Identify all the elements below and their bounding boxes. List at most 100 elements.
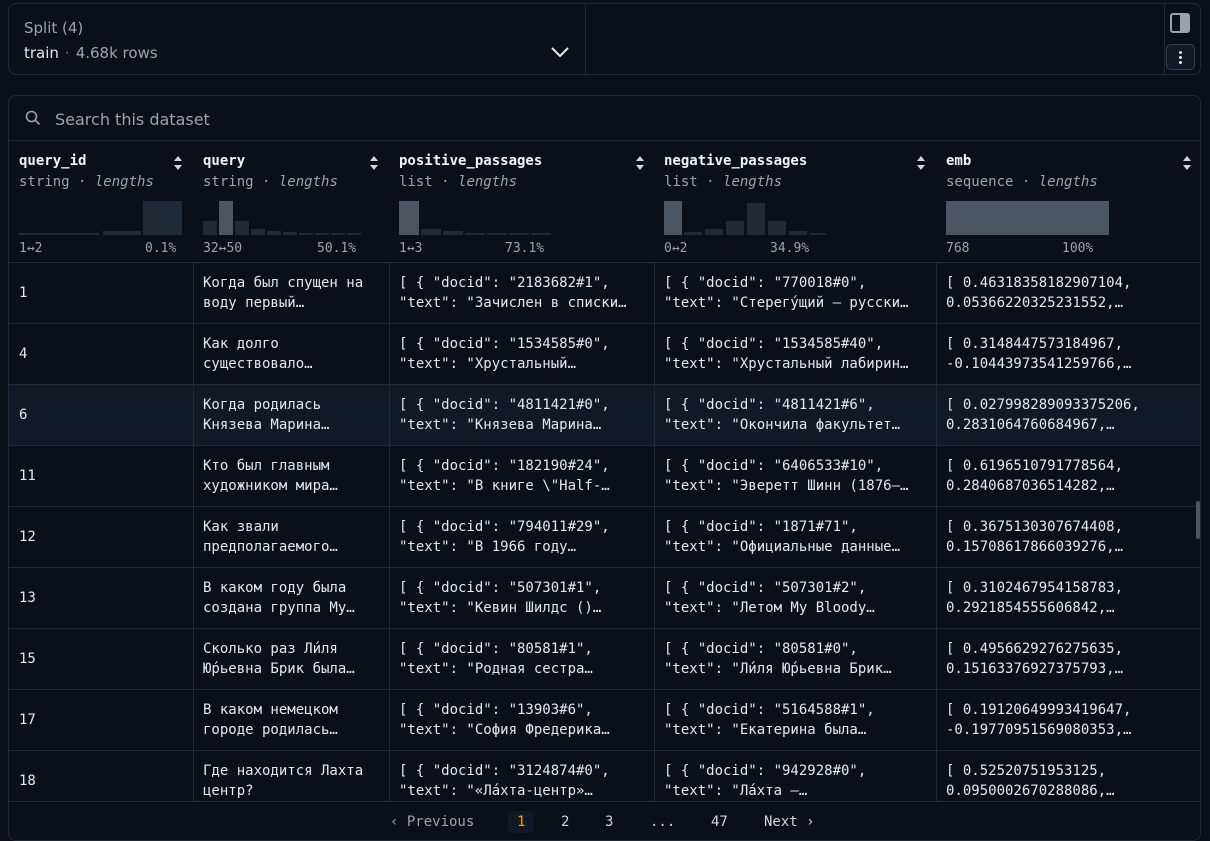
split-row-count: 4.68k rows: [75, 44, 158, 62]
cell-query-id: 12: [19, 527, 189, 547]
sidebar-toggle-icon[interactable]: [1170, 13, 1190, 33]
cell-query-id-line: 1: [19, 285, 28, 301]
cell-query-line: воду первый…: [203, 295, 305, 311]
cell-positive-passages-line: [ { "docid": "507301#1",: [399, 580, 602, 596]
cell-query-line: предполагаемого…: [203, 539, 338, 555]
histogram-min-label: 0↔2: [664, 241, 688, 256]
column-header-emb[interactable]: emb sequence · lengths 768 100%: [936, 141, 1200, 263]
page-button[interactable]: 47: [711, 814, 728, 830]
cell-query: Когда родилась Князева Марина…: [203, 395, 383, 435]
sort-icon[interactable]: [173, 155, 183, 171]
cell-query-id-line: 15: [19, 651, 36, 667]
cell-emb: [ 0.3675130307674408, 0.15708617866039276…: [946, 517, 1196, 557]
search-bar[interactable]: Search this dataset: [9, 96, 1200, 141]
cell-query-id-line: 12: [19, 529, 36, 545]
search-input[interactable]: Search this dataset: [55, 110, 210, 129]
search-icon: [25, 110, 41, 126]
cell-positive-passages-line: "text": "«Ла́хта-центр»…: [399, 783, 593, 799]
cell-positive-passages-line: "text": "В 1966 году…: [399, 539, 577, 555]
column-type: string · lengths: [19, 174, 154, 190]
cell-negative-passages: [ { "docid": "5164588#1", "text": "Екатер…: [664, 700, 934, 740]
cell-negative-passages-line: [ { "docid": "1871#71",: [664, 519, 858, 535]
cell-positive-passages-line: [ { "docid": "80581#1",: [399, 641, 593, 657]
cell-emb-line: 0.2840687036514282,…: [946, 478, 1115, 494]
sort-icon[interactable]: [635, 155, 645, 171]
cell-negative-passages-line: [ { "docid": "942928#0",: [664, 763, 867, 779]
cell-query-line: Сколько раз Ли́ля: [203, 641, 338, 657]
cell-query-line: Когда был спущен на: [203, 275, 364, 291]
column-name: negative_passages: [664, 153, 808, 169]
table-row[interactable]: 17 В каком немецком городе родилась… [ { "d…: [9, 690, 1200, 751]
cell-negative-passages-line: "text": "Екатерина была…: [664, 722, 867, 738]
column-type: list · lengths: [399, 174, 518, 190]
cell-emb-line: [ 0.6196510791778564,: [946, 458, 1124, 474]
page-button-current[interactable]: 1: [508, 811, 535, 833]
cell-negative-passages-line: "text": "Стерегу́щий — русски…: [664, 295, 909, 311]
table-row[interactable]: 11 Кто был главным художником мира… [ { "do…: [9, 446, 1200, 507]
split-selector-bar: Split (4) train · 4.68k rows: [8, 3, 1201, 75]
column-name: query_id: [19, 153, 87, 169]
scrollbar[interactable]: [1196, 501, 1200, 539]
cell-query-line: Как долго: [203, 336, 279, 352]
table-row[interactable]: 13 В каком году была создана группа My… [ {…: [9, 568, 1200, 629]
length-histogram: [664, 201, 827, 235]
cell-emb-line: [ 0.4956629276275635,: [946, 641, 1124, 657]
cell-query-line: городе родилась…: [203, 722, 338, 738]
toolbar-right: [1164, 4, 1200, 74]
cell-emb: [ 0.3102467954158783, 0.2921854555606842,…: [946, 578, 1196, 618]
cell-negative-passages-line: "text": "Ли́ля Ю́рьевна Брик…: [664, 661, 892, 677]
table-row[interactable]: 4 Как долго существовало… [ { "docid": "153…: [9, 324, 1200, 385]
table-row[interactable]: 12 Как звали предполагаемого… [ { "docid": …: [9, 507, 1200, 568]
column-type: list · lengths: [664, 174, 783, 190]
table-row[interactable]: 6 Когда родилась Князева Марина… [ { "docid…: [9, 385, 1200, 446]
cell-emb-line: 0.15708617866039276,…: [946, 539, 1124, 555]
next-page-button[interactable]: Next ›: [764, 814, 815, 830]
cell-positive-passages: [ { "docid": "1534585#0", "text": "Хруста…: [399, 334, 649, 374]
column-type: sequence · lengths: [946, 174, 1098, 190]
cell-negative-passages: [ { "docid": "80581#0", "text": "Ли́ля Ю́…: [664, 639, 934, 679]
page-button[interactable]: 3: [605, 814, 613, 830]
cell-negative-passages-line: "text": "Окончила факультет…: [664, 417, 901, 433]
cell-emb-line: 0.2831064760684967,…: [946, 417, 1115, 433]
previous-page-button[interactable]: ‹ Previous: [390, 814, 474, 830]
sort-icon[interactable]: [916, 155, 926, 171]
cell-emb-line: -0.19770951569080353,…: [946, 722, 1132, 738]
cell-positive-passages-line: [ { "docid": "13903#6",: [399, 702, 593, 718]
cell-query: В каком немецком городе родилась…: [203, 700, 383, 740]
chevron-down-icon[interactable]: [550, 45, 570, 59]
cell-emb-line: [ 0.3148447573184967,: [946, 336, 1124, 352]
column-header-query-id[interactable]: query_id string · lengths 1↔2 0.1%: [9, 141, 193, 263]
histogram-pct-label: 50.1%: [317, 241, 357, 256]
cell-positive-passages: [ { "docid": "4811421#0", "text": "Князев…: [399, 395, 649, 435]
histogram-pct-label: 34.9%: [770, 241, 810, 256]
sort-icon[interactable]: [1182, 155, 1192, 171]
sort-icon[interactable]: [369, 155, 379, 171]
cell-query-line: Как звали: [203, 519, 279, 535]
split-dropdown[interactable]: Split (4) train · 4.68k rows: [9, 4, 586, 74]
more-options-button[interactable]: [1166, 44, 1195, 70]
cell-query-id-line: 4: [19, 346, 28, 362]
cell-query: Кто был главным художником мира…: [203, 456, 383, 496]
page-ellipsis: ...: [650, 814, 676, 830]
split-name: train: [24, 44, 59, 62]
cell-emb: [ 0.52520751953125, 0.0950002670288086,…: [946, 761, 1196, 801]
page-button[interactable]: 2: [561, 814, 569, 830]
cell-query-id-line: 6: [19, 407, 28, 423]
cell-query: Где находится Лахта центр?: [203, 761, 383, 801]
column-name: positive_passages: [399, 153, 543, 169]
table-row[interactable]: 15 Сколько раз Ли́ля Ю́рьевна Брик была… [ …: [9, 629, 1200, 690]
cell-positive-passages-line: "text": "В книге \"Half-…: [399, 478, 610, 494]
column-header-positive-passages[interactable]: positive_passages list · lengths 1↔3 73.…: [389, 141, 654, 263]
column-header-query[interactable]: query string · lengths 32↔50 50.1%: [193, 141, 389, 263]
cell-query-id: 17: [19, 710, 189, 730]
cell-query-line: Где находится Лахта: [203, 763, 364, 779]
pagination: ‹ Previous 1 2 3 ... 47 Next ›: [9, 801, 1200, 840]
cell-query-line: художником мира…: [203, 478, 338, 494]
histogram-min-label: 32↔50: [203, 241, 243, 256]
column-type: string · lengths: [203, 174, 338, 190]
column-header-negative-passages[interactable]: negative_passages list · lengths 0↔2 34.…: [654, 141, 936, 263]
table-row[interactable]: 1 Когда был спущен на воду первый… [ { "doc…: [9, 263, 1200, 324]
cell-negative-passages: [ { "docid": "1871#71", "text": "Официаль…: [664, 517, 934, 557]
cell-positive-passages: [ { "docid": "507301#1", "text": "Кевин Ш…: [399, 578, 649, 618]
cell-emb-line: -0.10443973541259766,…: [946, 356, 1132, 372]
